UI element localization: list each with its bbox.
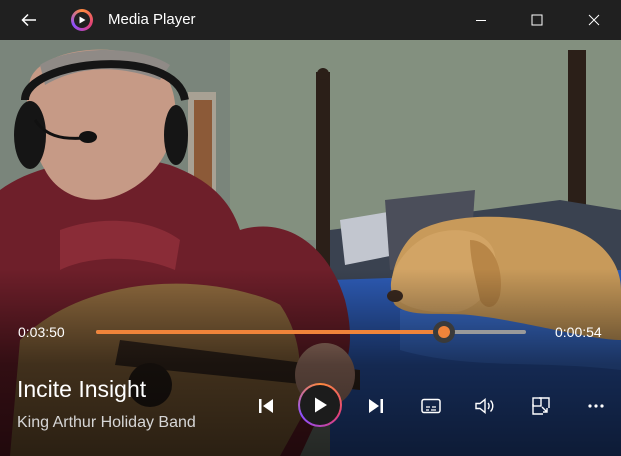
back-arrow-icon [21, 13, 36, 27]
next-button[interactable] [363, 393, 389, 419]
next-icon [369, 399, 383, 413]
more-icon [588, 404, 604, 408]
back-button[interactable] [6, 0, 52, 40]
window-title: Media Player [108, 11, 196, 28]
minimize-button[interactable] [458, 0, 504, 40]
play-icon [315, 397, 327, 413]
track-artist[interactable]: King Arthur Holiday Band [17, 414, 196, 432]
close-button[interactable] [571, 0, 617, 40]
elapsed-time: 0:03:50 [18, 324, 65, 340]
more-options-button[interactable] [583, 393, 609, 419]
volume-icon [475, 398, 494, 414]
close-icon [588, 14, 600, 26]
media-player-logo-icon [71, 9, 93, 31]
mini-player-icon [532, 397, 550, 415]
maximize-button[interactable] [514, 0, 560, 40]
previous-button[interactable] [253, 393, 279, 419]
subtitles-button[interactable] [418, 393, 444, 419]
remaining-time: 0:00:54 [555, 324, 602, 340]
seek-bar[interactable] [96, 321, 526, 343]
volume-button[interactable] [472, 393, 498, 419]
seek-bar-progress [96, 330, 445, 334]
previous-icon [259, 399, 273, 413]
subtitles-icon [421, 398, 441, 414]
track-title: Incite Insight [17, 376, 147, 402]
title-bar: Media Player [0, 0, 621, 40]
mini-player-button[interactable] [528, 393, 554, 419]
minimize-icon [476, 20, 486, 21]
play-button[interactable] [298, 383, 342, 427]
maximize-icon [531, 14, 543, 26]
